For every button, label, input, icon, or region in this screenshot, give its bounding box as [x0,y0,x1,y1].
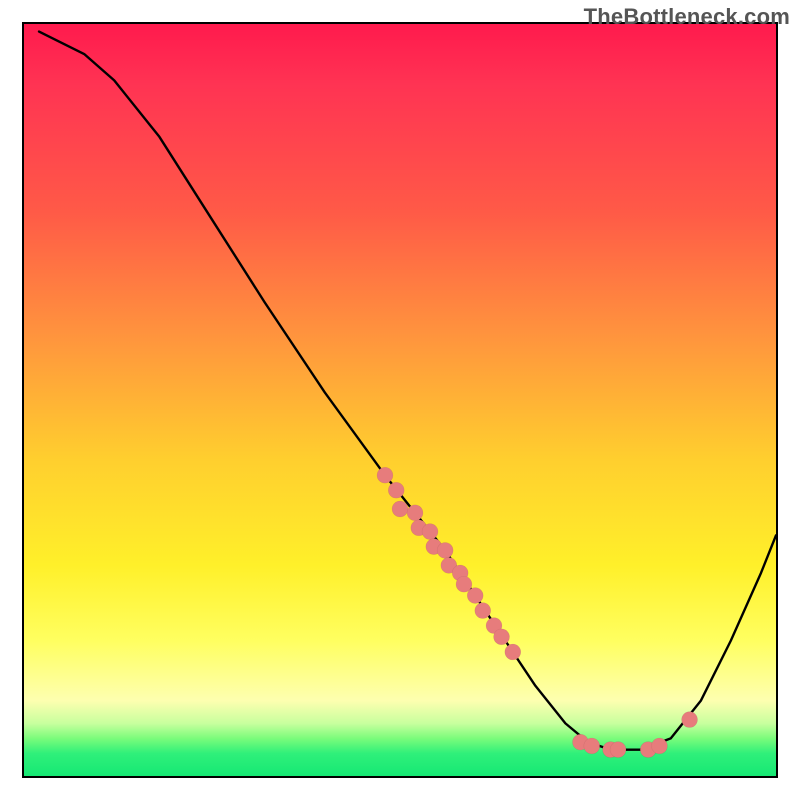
data-point [422,524,438,540]
data-point [494,629,510,645]
data-point [610,742,626,758]
plot-area [22,22,778,778]
data-point [437,542,453,558]
data-point [392,501,408,517]
bottleneck-curve [39,32,776,750]
data-point [651,738,667,754]
data-point [682,712,698,728]
data-point [377,467,393,483]
data-point [388,482,404,498]
watermark-text: TheBottleneck.com [584,4,790,30]
scatter-points [377,467,697,757]
data-point [505,644,521,660]
chart-frame: TheBottleneck.com [0,0,800,800]
data-point [407,505,423,521]
data-point [584,738,600,754]
data-point [467,588,483,604]
data-point [475,603,491,619]
curve-layer [24,24,776,776]
